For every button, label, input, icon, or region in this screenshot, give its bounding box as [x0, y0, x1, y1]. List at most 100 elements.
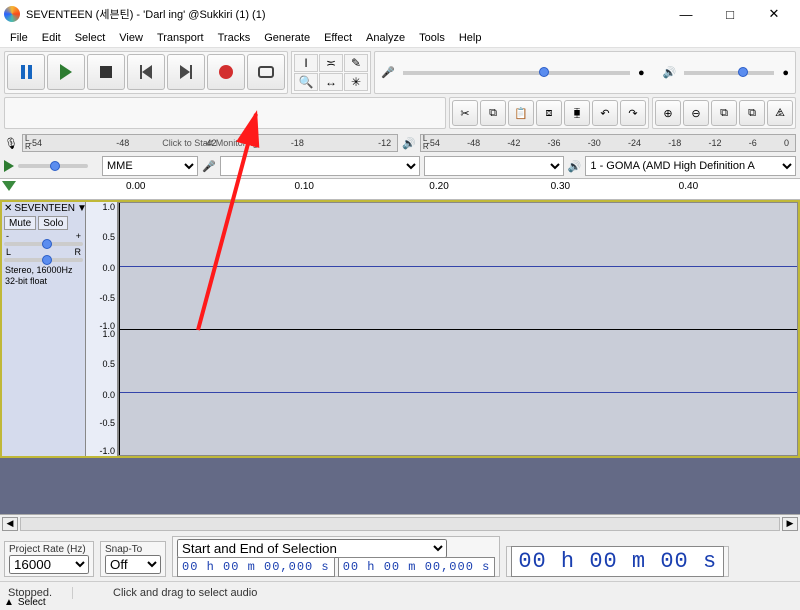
copy-button[interactable]: ⧉ [480, 100, 506, 126]
play-device-speaker-icon: 🔊 [568, 160, 582, 173]
menu-tools[interactable]: Tools [413, 30, 451, 46]
menu-effect[interactable]: Effect [318, 30, 358, 46]
horizontal-scrollbar[interactable]: ◀ ▶ [0, 514, 800, 532]
pan-l: L [6, 247, 11, 257]
draw-tool[interactable]: ✎ [344, 54, 368, 72]
menu-edit[interactable]: Edit [36, 30, 67, 46]
waveform-display[interactable] [118, 202, 798, 456]
rec-meter-hint: Click to Start Monitoring [162, 138, 258, 148]
selection-mode-select[interactable]: Start and End of Selection [177, 539, 447, 558]
track-format-line1: Stereo, 16000Hz [5, 265, 82, 276]
empty-track-space[interactable] [0, 458, 800, 514]
ruler-label: 0.20 [429, 181, 448, 192]
loop-button[interactable] [247, 54, 285, 90]
undo-button[interactable]: ↶ [592, 100, 618, 126]
selection-start[interactable]: 00 h 00 m 00,000 s [177, 557, 335, 577]
cut-button[interactable]: ✂ [452, 100, 478, 126]
close-button[interactable]: ✕ [752, 0, 796, 28]
scroll-right-button[interactable]: ▶ [782, 517, 798, 531]
window-title: SEVENTEEN (세븐틴) - 'Darl ing' @Sukkiri (1… [26, 6, 265, 22]
maximize-button[interactable]: □ [708, 0, 752, 28]
menu-tracks[interactable]: Tracks [212, 30, 257, 46]
audio-host-select[interactable]: MME [102, 156, 198, 176]
selection-tool[interactable]: I [294, 54, 318, 72]
zoom-toolbar: ⊕ ⊖ ⧉ ⧉ ⧌ [652, 97, 796, 129]
menu-generate[interactable]: Generate [258, 30, 316, 46]
track-select-button[interactable]: Select [18, 597, 46, 608]
skip-end-button[interactable] [167, 54, 205, 90]
recording-device-select[interactable] [220, 156, 420, 176]
pan-slider[interactable] [4, 258, 83, 262]
menu-file[interactable]: File [4, 30, 34, 46]
vscale-label: 0.5 [102, 359, 115, 369]
play-tick: -18 [668, 138, 681, 148]
track-area: ✕ SEVENTEEN ▼ Mute Solo -+ LR Stereo, 16… [0, 200, 800, 458]
timeline[interactable]: 0.00 0.10 0.20 0.30 0.40 [0, 178, 800, 200]
timeline-ruler[interactable]: 0.00 0.10 0.20 0.30 0.40 [126, 179, 800, 199]
gain-slider[interactable] [4, 242, 83, 246]
play-tick: -24 [628, 138, 641, 148]
scroll-left-button[interactable]: ◀ [2, 517, 18, 531]
gain-min: - [6, 231, 9, 241]
vscale-label: 1.0 [102, 329, 115, 339]
recording-meter[interactable]: LR -54 -48 -42 Click to Start Monitoring… [22, 134, 398, 152]
multi-tool[interactable]: ✳ [344, 73, 368, 91]
play-button[interactable] [47, 54, 85, 90]
zoom-toggle-button[interactable]: ⧌ [767, 100, 793, 126]
stop-button[interactable] [87, 54, 125, 90]
zoom-out-button[interactable]: ⊖ [683, 100, 709, 126]
menu-transport[interactable]: Transport [151, 30, 210, 46]
transport-toolbar [4, 51, 288, 94]
project-rate-select[interactable]: 16000 [9, 555, 89, 574]
fit-project-button[interactable]: ⧉ [739, 100, 765, 126]
play-at-speed-icon[interactable] [4, 160, 14, 172]
menu-help[interactable]: Help [453, 30, 488, 46]
track-collapse-button[interactable]: ▲ [4, 597, 14, 608]
fit-selection-button[interactable]: ⧉ [711, 100, 737, 126]
meter-row: 🎙 LR -54 -48 -42 Click to Start Monitori… [0, 132, 800, 154]
envelope-tool[interactable]: ≍ [319, 54, 343, 72]
rec-tick: -54 [29, 138, 42, 148]
minimize-button[interactable]: — [664, 0, 708, 28]
solo-button[interactable]: Solo [38, 216, 68, 230]
timeshift-tool[interactable]: ↔ [319, 73, 343, 91]
ruler-label: 0.30 [551, 181, 570, 192]
ruler-label: 0.40 [679, 181, 698, 192]
menu-analyze[interactable]: Analyze [360, 30, 411, 46]
title-bar: SEVENTEEN (세븐틴) - 'Darl ing' @Sukkiri (1… [0, 0, 800, 28]
rec-level-slider[interactable] [403, 71, 630, 75]
zoom-in-button[interactable]: ⊕ [655, 100, 681, 126]
paste-button[interactable]: 📋 [508, 100, 534, 126]
rec-level-max-icon: ● [638, 67, 645, 79]
play-speed-slider[interactable] [18, 164, 88, 168]
snap-select[interactable]: Off [105, 555, 161, 574]
tool-palette: I ≍ ✎ 🔍 ↔ ✳ [291, 51, 371, 94]
menu-view[interactable]: View [113, 30, 149, 46]
trim-button[interactable]: ⧈ [536, 100, 562, 126]
selection-end[interactable]: 00 h 00 m 00,000 s [338, 557, 496, 577]
menu-select[interactable]: Select [69, 30, 112, 46]
timeline-pin-icon[interactable] [2, 181, 16, 191]
vscale-label: 0.0 [102, 263, 115, 273]
redo-button[interactable]: ↷ [620, 100, 646, 126]
record-button[interactable] [207, 54, 245, 90]
play-tick: -30 [588, 138, 601, 148]
position-group: 00 h 00 m 00 s [506, 546, 729, 577]
gain-max: + [76, 231, 81, 241]
audio-position[interactable]: 00 h 00 m 00 s [511, 546, 724, 577]
vscale-label: 1.0 [102, 202, 115, 212]
zoom-tool[interactable]: 🔍 [294, 73, 318, 91]
vertical-scale: 1.0 0.5 0.0 -0.5 -1.0 1.0 0.5 0.0 -0.5 -… [86, 202, 118, 456]
recording-channels-select[interactable] [424, 156, 564, 176]
playback-device-select[interactable]: 1 - GOMA (AMD High Definition A [585, 156, 796, 176]
silence-button[interactable]: ⧯ [564, 100, 590, 126]
playback-meter[interactable]: LR -54 -48 -42 -36 -30 -24 -18 -12 -6 0 [420, 134, 796, 152]
skip-start-button[interactable] [127, 54, 165, 90]
play-level-slider[interactable] [684, 71, 774, 75]
rec-meter-mic-icon: 🎙 [4, 137, 18, 150]
pause-button[interactable] [7, 54, 45, 90]
vscale-label: -1.0 [99, 446, 115, 456]
track-close-button[interactable]: ✕ [4, 203, 12, 214]
mute-button[interactable]: Mute [4, 216, 36, 230]
track-name[interactable]: SEVENTEEN [14, 203, 75, 214]
